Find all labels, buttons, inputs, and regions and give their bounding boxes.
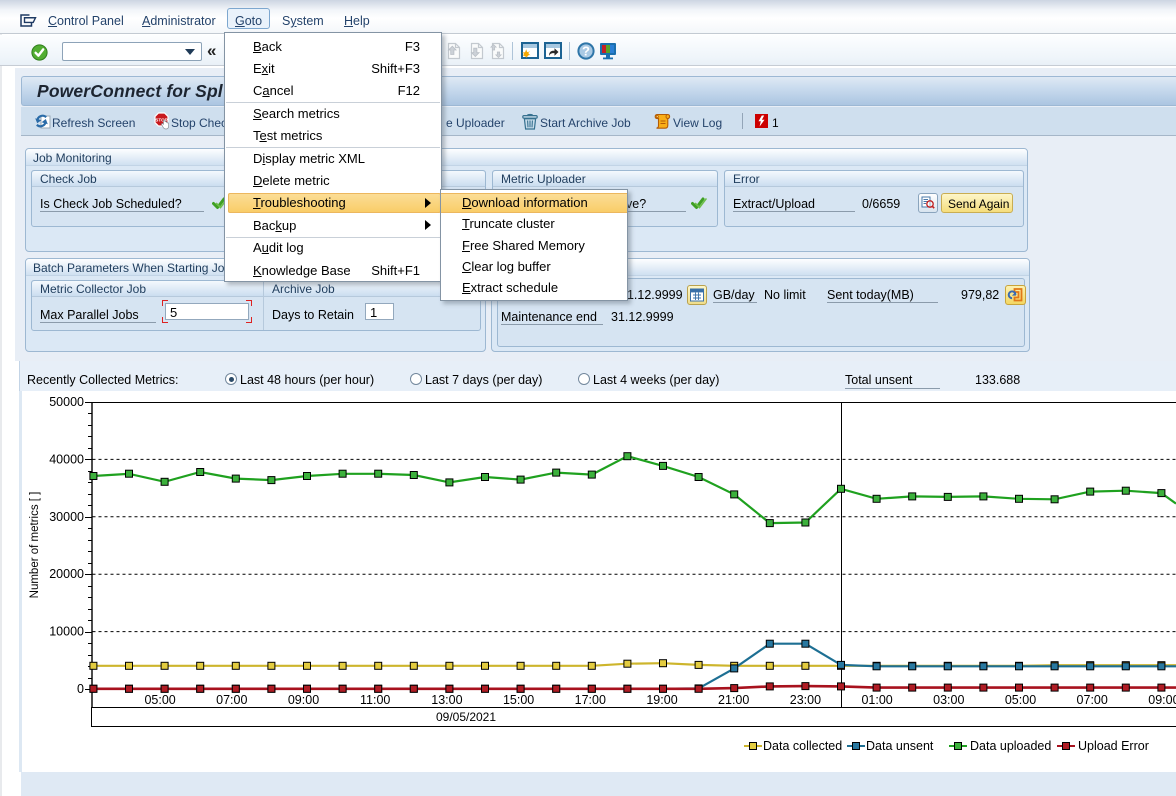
svg-text:23:00: 23:00 [790,693,821,707]
svg-text:40000: 40000 [49,452,84,466]
svg-text:09:00: 09:00 [288,693,319,707]
svg-text:50000: 50000 [49,395,84,409]
svg-text:21:00: 21:00 [718,693,749,707]
svg-text:09/05/2021: 09/05/2021 [436,710,496,724]
svg-text:07:00: 07:00 [216,693,247,707]
svg-text:Number of metrics [ ]: Number of metrics [ ] [29,492,41,599]
svg-text:05:00: 05:00 [1005,693,1036,707]
svg-text:11:00: 11:00 [360,693,390,707]
svg-text:30000: 30000 [49,510,84,524]
svg-text:09:00: 09:00 [1148,693,1176,707]
svg-text:15:00: 15:00 [503,693,534,707]
svg-text:0: 0 [77,682,84,696]
svg-text:03:00: 03:00 [933,693,964,707]
svg-text:13:00: 13:00 [431,693,462,707]
svg-text:20000: 20000 [49,567,84,581]
svg-text:Data unsent: Data unsent [866,739,934,753]
svg-text:Upload Error: Upload Error [1078,739,1149,753]
svg-text:01:00: 01:00 [861,693,892,707]
svg-text:19:00: 19:00 [646,693,677,707]
svg-text:Data collected: Data collected [763,739,842,753]
svg-text:05:00: 05:00 [144,693,175,707]
svg-text:Data uploaded: Data uploaded [970,739,1051,753]
svg-text:07:00: 07:00 [1077,693,1108,707]
svg-text:10000: 10000 [49,625,84,639]
svg-text:17:00: 17:00 [575,693,606,707]
